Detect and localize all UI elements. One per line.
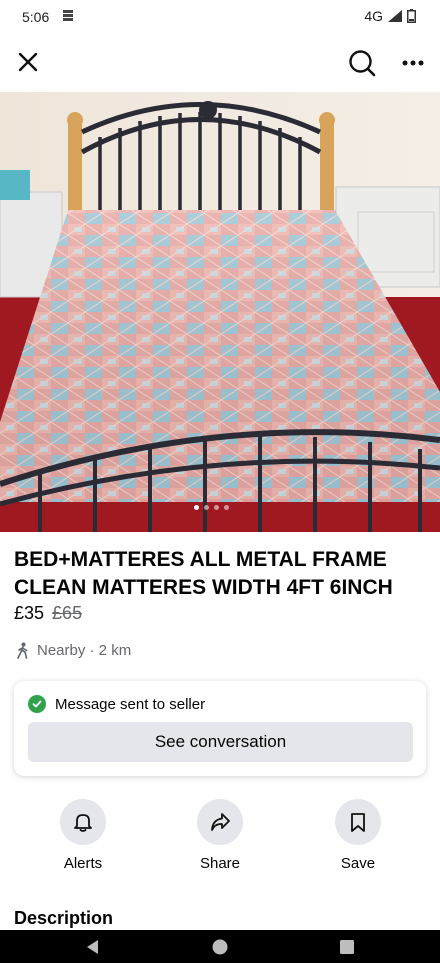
current-price: £35 — [14, 603, 45, 623]
more-icon — [402, 60, 424, 66]
back-button[interactable] — [78, 930, 108, 963]
listing-photo[interactable] — [0, 92, 440, 532]
status-time: 5:06 — [22, 9, 50, 25]
more-button[interactable] — [396, 46, 430, 80]
close-button[interactable] — [12, 46, 44, 78]
message-status: Message sent to seller — [28, 695, 205, 713]
signal-icon — [388, 10, 402, 22]
message-card: Message sent to seller See conversation — [14, 681, 426, 776]
location-row: Nearby · 2 km — [14, 642, 131, 659]
close-icon — [18, 52, 38, 72]
share-button[interactable]: Share — [180, 799, 260, 872]
location-text: Nearby · 2 km — [37, 642, 132, 659]
walking-person-icon — [17, 642, 28, 659]
original-price: £65 — [52, 603, 83, 623]
search-icon — [349, 50, 376, 77]
share-label: Share — [199, 855, 241, 872]
system-nav-bar — [0, 930, 440, 963]
photo-pager — [194, 505, 229, 510]
save-button[interactable]: Save — [318, 799, 398, 872]
bed-photo — [0, 92, 440, 532]
back-triangle-icon — [87, 939, 98, 954]
top-bar — [0, 34, 440, 92]
pager-dot — [204, 505, 209, 510]
see-conversation-button[interactable]: See conversation — [28, 722, 413, 762]
status-right: 4G — [364, 8, 416, 24]
price-row: £35 £65 — [14, 603, 82, 624]
action-row: Alerts Share Save — [0, 799, 440, 875]
save-circle — [335, 799, 381, 845]
network-type: 4G — [364, 8, 383, 24]
message-status-text: Message sent to seller — [55, 695, 206, 713]
listing-title: BED+MATTERES ALL METAL FRAME CLEAN MATTE… — [14, 548, 393, 599]
alerts-circle — [60, 799, 106, 845]
search-button[interactable] — [344, 46, 380, 80]
pager-dot — [194, 505, 199, 510]
recents-button[interactable] — [332, 930, 362, 963]
check-circle-icon — [28, 695, 46, 713]
alerts-button[interactable]: Alerts — [43, 799, 123, 872]
status-bar: 5:06 4G — [0, 0, 440, 34]
pager-dot — [214, 505, 219, 510]
save-label: Save — [340, 855, 376, 872]
battery-icon — [407, 9, 416, 23]
share-icon — [211, 813, 230, 831]
pager-dot — [224, 505, 229, 510]
recents-square-icon — [340, 939, 354, 954]
bell-icon — [74, 814, 92, 832]
sim-icon — [63, 10, 73, 21]
bookmark-icon — [351, 813, 365, 832]
home-circle-icon — [212, 939, 228, 954]
share-circle — [197, 799, 243, 845]
home-button[interactable] — [205, 930, 235, 963]
description-heading: Description — [14, 908, 114, 928]
alerts-label: Alerts — [63, 855, 103, 872]
